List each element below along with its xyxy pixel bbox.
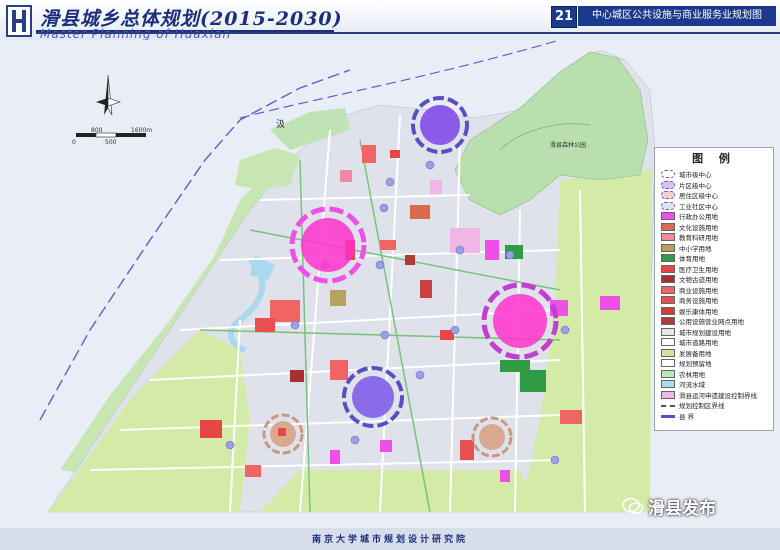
legend-item: 居住区级中心 bbox=[661, 191, 771, 200]
legend-title: 图 例 bbox=[692, 152, 736, 165]
legend-label: 城市级中心 bbox=[679, 171, 712, 179]
legend-item: 滑县运河申遗建设控制界线 bbox=[661, 390, 771, 400]
legend-label: 商业设施用地 bbox=[679, 286, 718, 295]
legend-label: 商务设施用地 bbox=[679, 297, 718, 305]
legend-label: 体育用地 bbox=[679, 255, 705, 263]
legend-label: 滑县运河申遗建设控制界线 bbox=[679, 391, 757, 400]
legend-label: 娱乐康体用地 bbox=[679, 307, 718, 316]
legend-label: 发展备用地 bbox=[679, 349, 712, 358]
legend-swatch bbox=[661, 327, 675, 336]
legend-item: 发展备用地 bbox=[661, 348, 771, 358]
legend-item: 商业设施用地 bbox=[661, 285, 771, 295]
legend-item: 农林用地 bbox=[661, 369, 771, 379]
scale-label-1600m: 1600m bbox=[131, 127, 153, 134]
legend-swatch bbox=[661, 170, 675, 178]
scale-label-800: 800 bbox=[91, 127, 103, 134]
legend-swatch bbox=[661, 359, 675, 367]
legend-item: 规划控制区界线 bbox=[661, 401, 771, 410]
legend-item: 城市规划建设用地 bbox=[661, 327, 771, 337]
legend-swatch bbox=[661, 369, 675, 378]
legend-item: 城市道路用地 bbox=[661, 338, 771, 347]
legend-swatch bbox=[661, 243, 675, 252]
city-center-east bbox=[481, 282, 559, 360]
legend-label: 文化设施用地 bbox=[679, 223, 718, 232]
legend-swatch bbox=[661, 348, 675, 357]
legend-swatch bbox=[661, 306, 675, 315]
legend-label: 中小学用地 bbox=[679, 244, 712, 253]
legend-swatch bbox=[661, 275, 675, 283]
legend-item: 教育科研用地 bbox=[661, 233, 771, 242]
legend-item: 城市级中心 bbox=[661, 170, 771, 179]
legend-label: 城市道路用地 bbox=[679, 339, 718, 347]
header-divider bbox=[36, 32, 780, 34]
legend-swatch bbox=[661, 201, 675, 210]
legend-swatch bbox=[661, 264, 675, 273]
district-center-south bbox=[342, 366, 404, 428]
legend-label: 文物古迹用地 bbox=[679, 276, 718, 284]
scale-label-500: 500 bbox=[105, 139, 117, 146]
legend-swatch bbox=[661, 317, 675, 325]
legend-item: 河流水域 bbox=[661, 380, 771, 389]
scale-label-zero: 0 bbox=[72, 139, 76, 146]
legend-item: 文物古迹用地 bbox=[661, 275, 771, 284]
legend-label: 医疗卫生用地 bbox=[679, 265, 718, 274]
forest-park-label: 滑县森林公园 bbox=[550, 142, 587, 149]
wechat-icon bbox=[622, 497, 644, 514]
legend-label: 公用设施营业网点用地 bbox=[679, 318, 744, 326]
legend-item: 县 界 bbox=[661, 412, 771, 421]
legend-label: 行政办公用地 bbox=[679, 213, 718, 221]
legend-label: 教育科研用地 bbox=[679, 234, 718, 242]
legend-swatch bbox=[661, 390, 675, 399]
legend-item: 商务设施用地 bbox=[661, 296, 771, 305]
legend-item: 娱乐康体用地 bbox=[661, 306, 771, 316]
map-legend: 图 例 城市级中心片区级中心居住区级中心 工业社区中心 行政办公用地 文化设施用地 教育… bbox=[654, 147, 774, 431]
map-title-english: Master Planning of Huaxian bbox=[40, 27, 232, 41]
legend-label: 片区级中心 bbox=[679, 181, 712, 190]
sheet-title: 中心城区公共设施与商业服务业规划图 bbox=[578, 6, 776, 26]
legend-item: 体育用地 bbox=[661, 254, 771, 263]
legend-swatch bbox=[661, 254, 675, 262]
legend-item: 医疗卫生用地 bbox=[661, 264, 771, 274]
place-label: 汲 bbox=[276, 120, 286, 130]
legend-label: 城市规划建设用地 bbox=[679, 328, 731, 337]
sheet-number: 21 bbox=[551, 6, 577, 28]
city-center-north bbox=[289, 206, 367, 284]
legend-item: 中小学用地 bbox=[661, 243, 771, 253]
legend-swatch bbox=[661, 191, 675, 199]
legend-label: 河流水域 bbox=[679, 381, 705, 389]
legend-label: 居住区级中心 bbox=[679, 192, 718, 200]
legend-label: 规划控制区界线 bbox=[679, 402, 725, 410]
legend-swatch bbox=[661, 212, 675, 220]
legend-label: 县 界 bbox=[679, 412, 695, 421]
legend-item: 文化设施用地 bbox=[661, 222, 771, 232]
legend-item: 规划预留地 bbox=[661, 359, 771, 368]
legend-item: 行政办公用地 bbox=[661, 212, 771, 221]
legend-label: 规划预留地 bbox=[679, 360, 712, 368]
legend-swatch bbox=[661, 405, 675, 407]
legend-swatch bbox=[661, 222, 675, 231]
legend-label: 农林用地 bbox=[679, 370, 705, 379]
institute-credit: 南京大学城市规划设计研究院 bbox=[311, 535, 468, 545]
legend-item: 片区级中心 bbox=[661, 180, 771, 190]
legend-item: 公用设施营业网点用地 bbox=[661, 317, 771, 326]
legend-swatch bbox=[661, 338, 675, 346]
legend-swatch bbox=[661, 180, 675, 189]
legend-item: 工业社区中心 bbox=[661, 201, 771, 211]
institute-logo bbox=[6, 5, 32, 37]
legend-label: 工业社区中心 bbox=[679, 202, 718, 211]
legend-swatch bbox=[661, 380, 675, 388]
legend-swatch bbox=[661, 414, 675, 418]
watermark-text: 滑县发布 bbox=[648, 499, 716, 519]
legend-swatch bbox=[661, 233, 675, 241]
legend-swatch bbox=[661, 296, 675, 304]
legend-swatch bbox=[661, 285, 675, 294]
